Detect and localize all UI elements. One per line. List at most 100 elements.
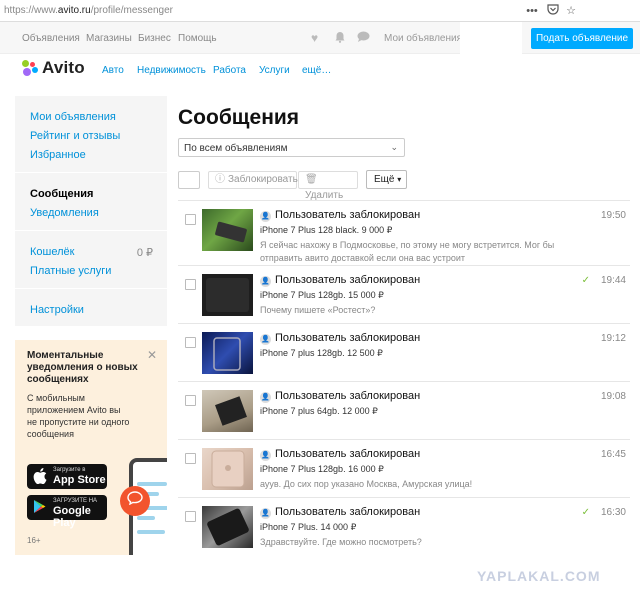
filter-value: По всем объявлениям bbox=[184, 143, 288, 154]
row-checkbox[interactable] bbox=[185, 279, 196, 290]
apple-icon bbox=[33, 468, 47, 487]
sidebar-divider bbox=[15, 230, 167, 231]
read-check-icon: ✓ bbox=[581, 507, 590, 518]
item-thumbnail[interactable] bbox=[202, 209, 253, 251]
logo-dot-green bbox=[22, 60, 29, 67]
promo-text: С мобильным приложением Avito вы не проп… bbox=[27, 393, 130, 439]
trash-icon: 🗑 bbox=[305, 174, 318, 185]
item-title[interactable]: iPhone 7 Plus 128gb. 16 000 ₽ bbox=[260, 464, 384, 475]
user-name[interactable]: Пользователь заблокирован bbox=[275, 506, 420, 518]
post-ad-button[interactable]: Подать объявление bbox=[531, 28, 633, 49]
logo-dot-blue bbox=[32, 67, 38, 73]
user-avatar: 👤 bbox=[260, 392, 271, 403]
message-row[interactable]: 👤 Пользователь заблокирован iPhone 7 Plu… bbox=[178, 200, 630, 263]
logo-dot-purple bbox=[23, 68, 31, 76]
browser-url-bar[interactable]: https://www.avito.ru/profile/messenger •… bbox=[0, 0, 640, 22]
user-name[interactable]: Пользователь заблокирован bbox=[275, 448, 420, 460]
sidebar-item-wallet[interactable]: Кошелёк bbox=[30, 246, 74, 258]
item-thumbnail[interactable] bbox=[202, 332, 253, 374]
catnav-jobs[interactable]: Работа bbox=[213, 65, 246, 76]
close-icon[interactable]: ✕ bbox=[147, 348, 157, 362]
item-thumbnail[interactable] bbox=[202, 448, 253, 490]
topnav-link-help[interactable]: Помощь bbox=[178, 33, 217, 44]
user-avatar: 👤 bbox=[260, 450, 271, 461]
catnav-more[interactable]: ещё… bbox=[302, 65, 331, 76]
topnav-link-shops[interactable]: Магазины bbox=[86, 33, 132, 44]
user-name[interactable]: Пользователь заблокирован bbox=[275, 209, 420, 221]
sidebar-item-messages[interactable]: Сообщения bbox=[30, 188, 93, 200]
sidebar-item-notifications[interactable]: Уведомления bbox=[30, 207, 99, 219]
star-icon[interactable]: ☆ bbox=[564, 4, 578, 18]
row-checkbox[interactable] bbox=[185, 395, 196, 406]
url-text[interactable]: https://www.avito.ru/profile/messenger bbox=[4, 5, 173, 16]
row-checkbox[interactable] bbox=[185, 214, 196, 225]
google-play-button[interactable]: ЗАГРУЗИТЕ НА Google Play bbox=[27, 495, 107, 529]
sidebar-item-settings[interactable]: Настройки bbox=[30, 304, 84, 316]
chevron-down-icon: ⌄ bbox=[390, 142, 398, 152]
heart-icon[interactable]: ♥ bbox=[311, 31, 318, 45]
sidebar-item-my-ads[interactable]: Мои объявления bbox=[30, 111, 116, 123]
user-name[interactable]: Пользователь заблокирован bbox=[275, 332, 420, 344]
row-checkbox[interactable] bbox=[185, 337, 196, 348]
user-avatar: 👤 bbox=[260, 508, 271, 519]
ellipsis-icon[interactable]: ••• bbox=[525, 4, 539, 18]
app-store-button[interactable]: Загрузите в App Store bbox=[27, 464, 107, 489]
message-time: 19:12 bbox=[600, 333, 626, 344]
row-checkbox[interactable] bbox=[185, 511, 196, 522]
message-preview: Я сейчас нахожу в Подмосковье, по этому … bbox=[260, 240, 555, 263]
message-time: 19:50 bbox=[600, 210, 626, 221]
message-row[interactable]: 👤 Пользователь заблокирован iPhone 7 Plu… bbox=[178, 497, 630, 555]
catnav-realty[interactable]: Недвижимость bbox=[137, 65, 206, 76]
top-navigation: Объявления Магазины Бизнес Помощь ♥ Мои … bbox=[0, 22, 640, 54]
listing-filter-select[interactable]: По всем объявлениям ⌄ bbox=[178, 138, 405, 157]
select-all-checkbox[interactable] bbox=[178, 171, 200, 189]
item-title[interactable]: iPhone 7 plus 128gb. 12 500 ₽ bbox=[260, 348, 383, 359]
user-avatar: 👤 bbox=[260, 211, 271, 222]
wallet-balance: 0 ₽ bbox=[136, 247, 153, 259]
sidebar-divider bbox=[15, 288, 167, 289]
message-row[interactable]: 👤 Пользователь заблокирован iPhone 7 Plu… bbox=[178, 265, 630, 323]
message-time: 16:45 bbox=[600, 449, 626, 460]
item-title[interactable]: iPhone 7 Plus. 14 000 ₽ bbox=[260, 522, 356, 533]
topnav-link-ads[interactable]: Объявления bbox=[22, 33, 80, 44]
redacted-area bbox=[460, 22, 522, 54]
user-name[interactable]: Пользователь заблокирован bbox=[275, 274, 420, 286]
message-row[interactable]: 👤 Пользователь заблокирован iPhone 7 plu… bbox=[178, 381, 630, 439]
message-row[interactable]: 👤 Пользователь заблокирован iPhone 7 plu… bbox=[178, 323, 630, 381]
item-thumbnail[interactable] bbox=[202, 390, 253, 432]
my-ads-link[interactable]: Мои объявления bbox=[384, 33, 462, 44]
page-title: Сообщения bbox=[178, 106, 300, 129]
logo-text: Avito bbox=[42, 58, 85, 77]
sidebar-item-paid-services[interactable]: Платные услуги bbox=[30, 265, 111, 277]
sidebar-item-favorites[interactable]: Избранное bbox=[30, 149, 86, 161]
chevron-down-icon: ▾ bbox=[397, 175, 402, 184]
row-checkbox[interactable] bbox=[185, 453, 196, 464]
item-title[interactable]: iPhone 7 Plus 128 black. 9 000 ₽ bbox=[260, 225, 392, 236]
age-rating: 16+ bbox=[27, 536, 41, 545]
delete-button[interactable]: 🗑Удалить bbox=[298, 171, 358, 201]
item-thumbnail[interactable] bbox=[202, 274, 253, 316]
catnav-auto[interactable]: Авто bbox=[102, 65, 124, 76]
app-promo-banner: Моментальные уведомления о новых сообщен… bbox=[15, 340, 167, 555]
item-thumbnail[interactable] bbox=[202, 506, 253, 548]
item-title[interactable]: iPhone 7 plus 64gb. 12 000 ₽ bbox=[260, 406, 378, 417]
message-preview: Почему пишете «Ростест»? bbox=[260, 305, 376, 315]
chat-bubble-icon bbox=[120, 486, 150, 516]
sidebar-item-ratings[interactable]: Рейтинг и отзывы bbox=[30, 130, 120, 142]
watermark: YAPLAKAL.COM bbox=[477, 568, 601, 584]
pocket-icon[interactable] bbox=[546, 4, 560, 18]
message-time: 16:30 bbox=[600, 507, 626, 518]
item-title[interactable]: iPhone 7 Plus 128gb. 15 000 ₽ bbox=[260, 290, 384, 301]
block-button[interactable]: ⓘ Заблокировать bbox=[208, 171, 298, 189]
sidebar: Мои объявления Рейтинг и отзывы Избранно… bbox=[15, 96, 167, 326]
topnav-link-business[interactable]: Бизнес bbox=[138, 33, 171, 44]
message-time: 19:44 bbox=[600, 275, 626, 286]
catnav-services[interactable]: Услуги bbox=[259, 65, 290, 76]
more-button[interactable]: Ещё ▾ bbox=[366, 170, 407, 189]
user-avatar: 👤 bbox=[260, 276, 271, 287]
bell-icon[interactable] bbox=[334, 31, 346, 46]
user-name[interactable]: Пользователь заблокирован bbox=[275, 390, 420, 402]
chat-icon[interactable] bbox=[357, 31, 370, 46]
message-row[interactable]: 👤 Пользователь заблокирован iPhone 7 Plu… bbox=[178, 439, 630, 497]
info-icon: ⓘ bbox=[215, 174, 225, 185]
